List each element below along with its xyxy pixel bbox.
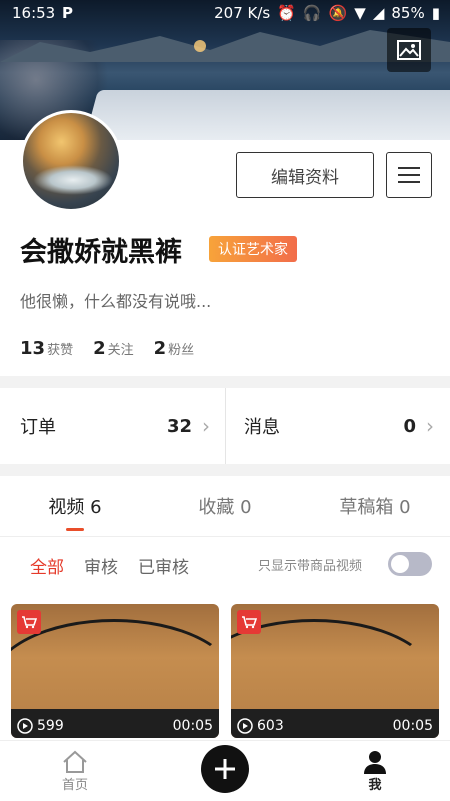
only-goods-toggle[interactable]: [388, 552, 432, 576]
video-card[interactable]: 599 00:05: [11, 604, 219, 738]
create-button[interactable]: [201, 745, 249, 793]
filter-reviewing[interactable]: 审核: [84, 553, 118, 578]
mute-icon: 🔕: [328, 4, 348, 22]
wifi-icon: ▼: [354, 4, 366, 22]
nav-home[interactable]: 首页: [30, 741, 120, 801]
section-divider: [0, 376, 450, 388]
tab-favorites[interactable]: 收藏 0: [150, 476, 300, 536]
play-count: 603: [257, 718, 284, 734]
cell-divider: [225, 388, 226, 464]
battery-text: 85%: [391, 4, 425, 22]
content-tabs: 视频 6 收藏 0 草稿箱 0: [0, 476, 450, 537]
tab-drafts[interactable]: 草稿箱 0: [300, 476, 450, 536]
menu-icon: [398, 167, 420, 183]
stat-following[interactable]: 2 关注: [93, 338, 134, 359]
cart-icon: [17, 610, 41, 634]
play-icon: [237, 718, 253, 734]
cart-icon: [237, 610, 261, 634]
profile-stats: 13 获赞 2 关注 2 粉丝: [20, 338, 194, 359]
verified-artist-badge: 认证艺术家: [209, 236, 297, 262]
battery-icon: ▮: [431, 4, 440, 22]
profile-name: 会撒娇就黑裤: [20, 237, 182, 268]
home-icon: [63, 750, 87, 773]
chevron-right-icon: ›: [202, 414, 210, 438]
network-speed: 207 K/s: [214, 4, 271, 22]
messages-cell[interactable]: 消息 0 ›: [244, 388, 434, 464]
status-bar: 16:53 P 207 K/s ⏰ 🎧 🔕 ▼ ◢ 85% ▮: [0, 0, 450, 28]
following-count: 2: [93, 338, 106, 359]
play-count: 599: [37, 718, 64, 734]
nav-home-label: 首页: [61, 777, 88, 793]
change-cover-button[interactable]: [387, 28, 431, 72]
signal-icon: ◢: [372, 4, 385, 22]
video-duration: 00:05: [172, 718, 213, 734]
video-card[interactable]: 603 00:05: [231, 604, 439, 738]
user-icon: [364, 750, 386, 774]
orders-label: 订单: [20, 417, 56, 438]
video-duration: 00:05: [392, 718, 433, 734]
menu-button[interactable]: [386, 152, 432, 198]
nav-me[interactable]: 我: [330, 741, 420, 801]
plus-icon: [215, 759, 235, 779]
stat-fans[interactable]: 2 粉丝: [154, 338, 195, 359]
avatar[interactable]: [20, 110, 122, 212]
avatar-wave: [33, 165, 113, 195]
section-divider: [0, 464, 450, 476]
profile-bio: 他很懒，什么都没有说哦...: [20, 292, 212, 311]
chevron-right-icon: ›: [426, 414, 434, 438]
messages-count: 0: [403, 415, 416, 437]
filter-all[interactable]: 全部: [30, 553, 64, 578]
likes-count: 13: [20, 338, 46, 359]
video-play-count: 603: [237, 718, 284, 734]
cover-snow: [81, 90, 450, 140]
only-goods-label: 只显示带商品视频: [257, 559, 362, 574]
following-label: 关注: [107, 343, 134, 358]
messages-label: 消息: [244, 417, 280, 438]
status-time: 16:53: [12, 4, 56, 22]
video-play-count: 599: [17, 718, 64, 734]
app-indicator-icon: P: [62, 4, 73, 22]
filter-approved[interactable]: 已审核: [138, 553, 189, 578]
nav-me-label: 我: [368, 777, 382, 793]
fans-count: 2: [153, 338, 167, 359]
stat-likes[interactable]: 13 获赞: [20, 338, 73, 359]
play-icon: [17, 718, 33, 734]
tab-videos[interactable]: 视频 6: [0, 476, 150, 536]
edit-profile-button[interactable]: 编辑资料: [236, 152, 374, 198]
headset-icon: 🎧: [302, 4, 322, 22]
alarm-icon: ⏰: [277, 4, 296, 22]
fans-label: 粉丝: [168, 343, 195, 358]
image-icon: [397, 40, 421, 60]
video-filters: 全部 审核 已审核 只显示带商品视频: [0, 540, 450, 590]
toggle-knob: [391, 555, 409, 573]
orders-cell[interactable]: 订单 32 ›: [20, 388, 210, 464]
cover-mountains: [0, 30, 450, 62]
orders-count: 32: [166, 415, 192, 437]
likes-label: 获赞: [47, 343, 74, 358]
